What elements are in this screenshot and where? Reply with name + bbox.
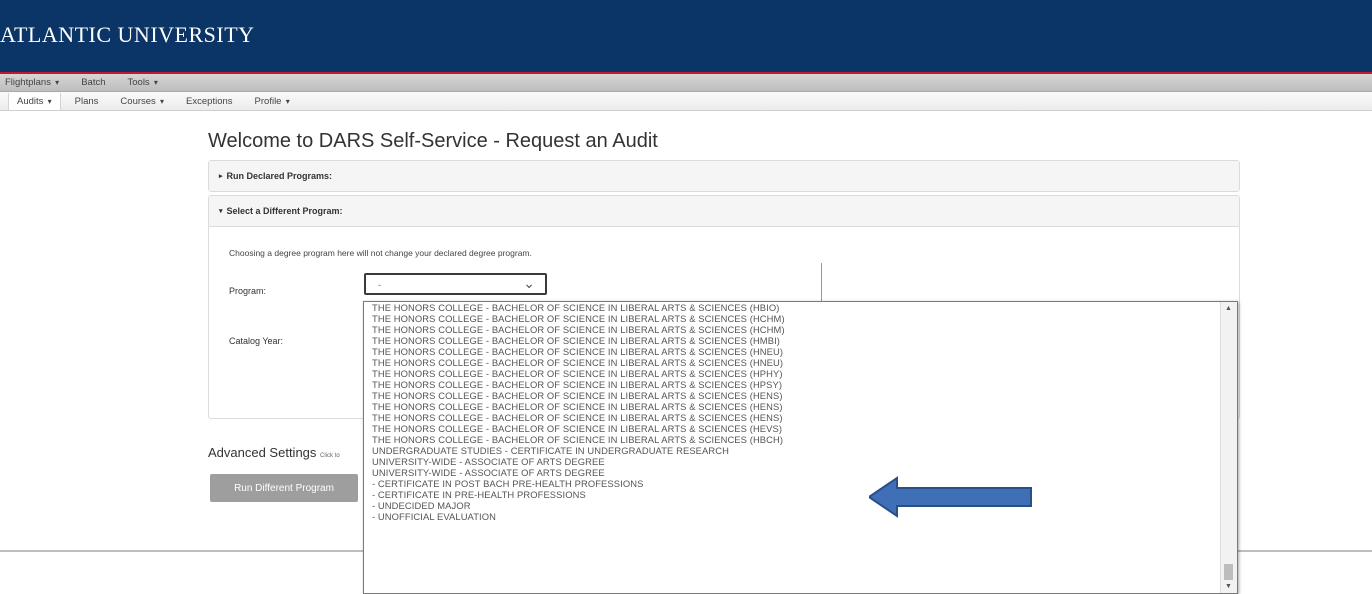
advanced-settings-label: Advanced Settings bbox=[208, 445, 317, 460]
dropdown-option[interactable]: THE HONORS COLLEGE - BACHELOR OF SCIENCE… bbox=[372, 368, 783, 379]
dropdown-option[interactable]: THE HONORS COLLEGE - BACHELOR OF SCIENCE… bbox=[372, 357, 783, 368]
declared-programs-header[interactable]: ▸ Run Declared Programs: bbox=[209, 161, 1239, 191]
primary-nav: Flightplans ▾ Batch Tools ▾ bbox=[0, 74, 1372, 92]
dropdown-option[interactable]: - CERTIFICATE IN PRE-HEALTH PROFESSIONS bbox=[372, 489, 586, 500]
caret-down-icon: ▾ bbox=[151, 78, 158, 87]
caret-down-icon: ▾ bbox=[52, 78, 60, 87]
scrollbar-thumb[interactable] bbox=[1224, 564, 1233, 580]
dropdown-option[interactable]: THE HONORS COLLEGE - BACHELOR OF SCIENCE… bbox=[372, 412, 783, 423]
dropdown-option[interactable]: - UNOFFICIAL EVALUATION bbox=[372, 511, 496, 522]
nav-flightplans[interactable]: Flightplans ▾ bbox=[5, 77, 59, 88]
nav-batch-label: Batch bbox=[81, 77, 106, 88]
caret-down-icon: ▾ bbox=[157, 96, 165, 106]
tab-audits[interactable]: Audits ▾ bbox=[8, 92, 61, 110]
advanced-settings[interactable]: Advanced Settings Click to bbox=[208, 445, 340, 460]
dropdown-option[interactable]: UNIVERSITY-WIDE - ASSOCIATE OF ARTS DEGR… bbox=[372, 456, 605, 467]
dropdown-option[interactable]: THE HONORS COLLEGE - BACHELOR OF SCIENCE… bbox=[372, 313, 785, 324]
scroll-up-icon[interactable]: ▲ bbox=[1225, 305, 1232, 312]
tab-profile-label: Profile bbox=[254, 95, 282, 107]
program-label: Program: bbox=[229, 286, 267, 296]
caret-down-icon: ▾ bbox=[283, 96, 290, 106]
caret-right-icon: ▸ bbox=[219, 173, 223, 180]
tab-exceptions-label: Exceptions bbox=[186, 95, 233, 107]
advanced-settings-hint: Click to bbox=[320, 453, 340, 459]
dropdown-option[interactable]: - UNDECIDED MAJOR bbox=[372, 500, 471, 511]
tab-exceptions[interactable]: Exceptions bbox=[186, 96, 232, 107]
program-select[interactable]: - ⌄ bbox=[364, 273, 547, 295]
declared-programs-label: Run Declared Programs: bbox=[226, 171, 333, 181]
dropdown-option[interactable]: THE HONORS COLLEGE - BACHELOR OF SCIENCE… bbox=[372, 302, 779, 313]
page-title: Welcome to DARS Self-Service - Request a… bbox=[208, 130, 658, 152]
catalog-year-label: Catalog Year: bbox=[229, 336, 284, 346]
arrow-left-icon bbox=[869, 476, 1032, 518]
tab-plans[interactable]: Plans bbox=[75, 96, 99, 107]
nav-batch[interactable]: Batch bbox=[81, 77, 105, 88]
tab-audits-label: Audits bbox=[17, 95, 44, 107]
tab-courses-label: Courses bbox=[120, 95, 156, 107]
declared-programs-panel: ▸ Run Declared Programs: bbox=[208, 160, 1240, 192]
dropdown-option[interactable]: THE HONORS COLLEGE - BACHELOR OF SCIENCE… bbox=[372, 324, 785, 335]
caret-down-icon: ▾ bbox=[45, 96, 52, 106]
nav-flightplans-label: Flightplans bbox=[5, 77, 51, 88]
secondary-nav: Audits ▾ Plans Courses ▾ Exceptions Prof… bbox=[0, 92, 1372, 111]
dropdown-option[interactable]: THE HONORS COLLEGE - BACHELOR OF SCIENCE… bbox=[372, 379, 782, 390]
tab-profile[interactable]: Profile ▾ bbox=[255, 96, 290, 107]
different-program-label: Select a Different Program: bbox=[226, 206, 343, 216]
program-select-value: - bbox=[378, 280, 381, 290]
nav-tools[interactable]: Tools ▾ bbox=[128, 77, 158, 88]
chevron-down-icon: ⌄ bbox=[523, 275, 535, 291]
university-title: ATLANTIC UNIVERSITY bbox=[0, 22, 255, 47]
dropdown-option[interactable]: THE HONORS COLLEGE - BACHELOR OF SCIENCE… bbox=[372, 423, 782, 434]
scroll-down-icon[interactable]: ▼ bbox=[1225, 583, 1232, 590]
program-note: Choosing a degree program here will not … bbox=[229, 248, 532, 258]
run-different-program-button[interactable]: Run Different Program bbox=[210, 474, 358, 502]
program-dropdown-list[interactable]: THE HONORS COLLEGE - BACHELOR OF SCIENCE… bbox=[363, 301, 1238, 594]
dropdown-option[interactable]: THE HONORS COLLEGE - BACHELOR OF SCIENCE… bbox=[372, 401, 783, 412]
different-program-header[interactable]: ▾ Select a Different Program: bbox=[209, 196, 1239, 227]
dropdown-option[interactable]: THE HONORS COLLEGE - BACHELOR OF SCIENCE… bbox=[372, 390, 783, 401]
dropdown-option[interactable]: - CERTIFICATE IN POST BACH PRE-HEALTH PR… bbox=[372, 478, 643, 489]
dropdown-scrollbar[interactable]: ▲ ▼ bbox=[1220, 302, 1237, 593]
dropdown-option[interactable]: THE HONORS COLLEGE - BACHELOR OF SCIENCE… bbox=[372, 434, 783, 445]
dropdown-option[interactable]: THE HONORS COLLEGE - BACHELOR OF SCIENCE… bbox=[372, 346, 783, 357]
dropdown-option[interactable]: THE HONORS COLLEGE - BACHELOR OF SCIENCE… bbox=[372, 335, 780, 346]
dropdown-option[interactable]: UNDERGRADUATE STUDIES - CERTIFICATE IN U… bbox=[372, 445, 729, 456]
tab-plans-label: Plans bbox=[74, 95, 99, 107]
nav-tools-label: Tools bbox=[127, 77, 150, 88]
caret-down-icon: ▾ bbox=[219, 208, 223, 215]
divider bbox=[821, 263, 822, 301]
tab-courses[interactable]: Courses ▾ bbox=[120, 96, 164, 107]
dropdown-option[interactable]: UNIVERSITY-WIDE - ASSOCIATE OF ARTS DEGR… bbox=[372, 467, 605, 478]
site-header: ATLANTIC UNIVERSITY bbox=[0, 0, 1372, 74]
